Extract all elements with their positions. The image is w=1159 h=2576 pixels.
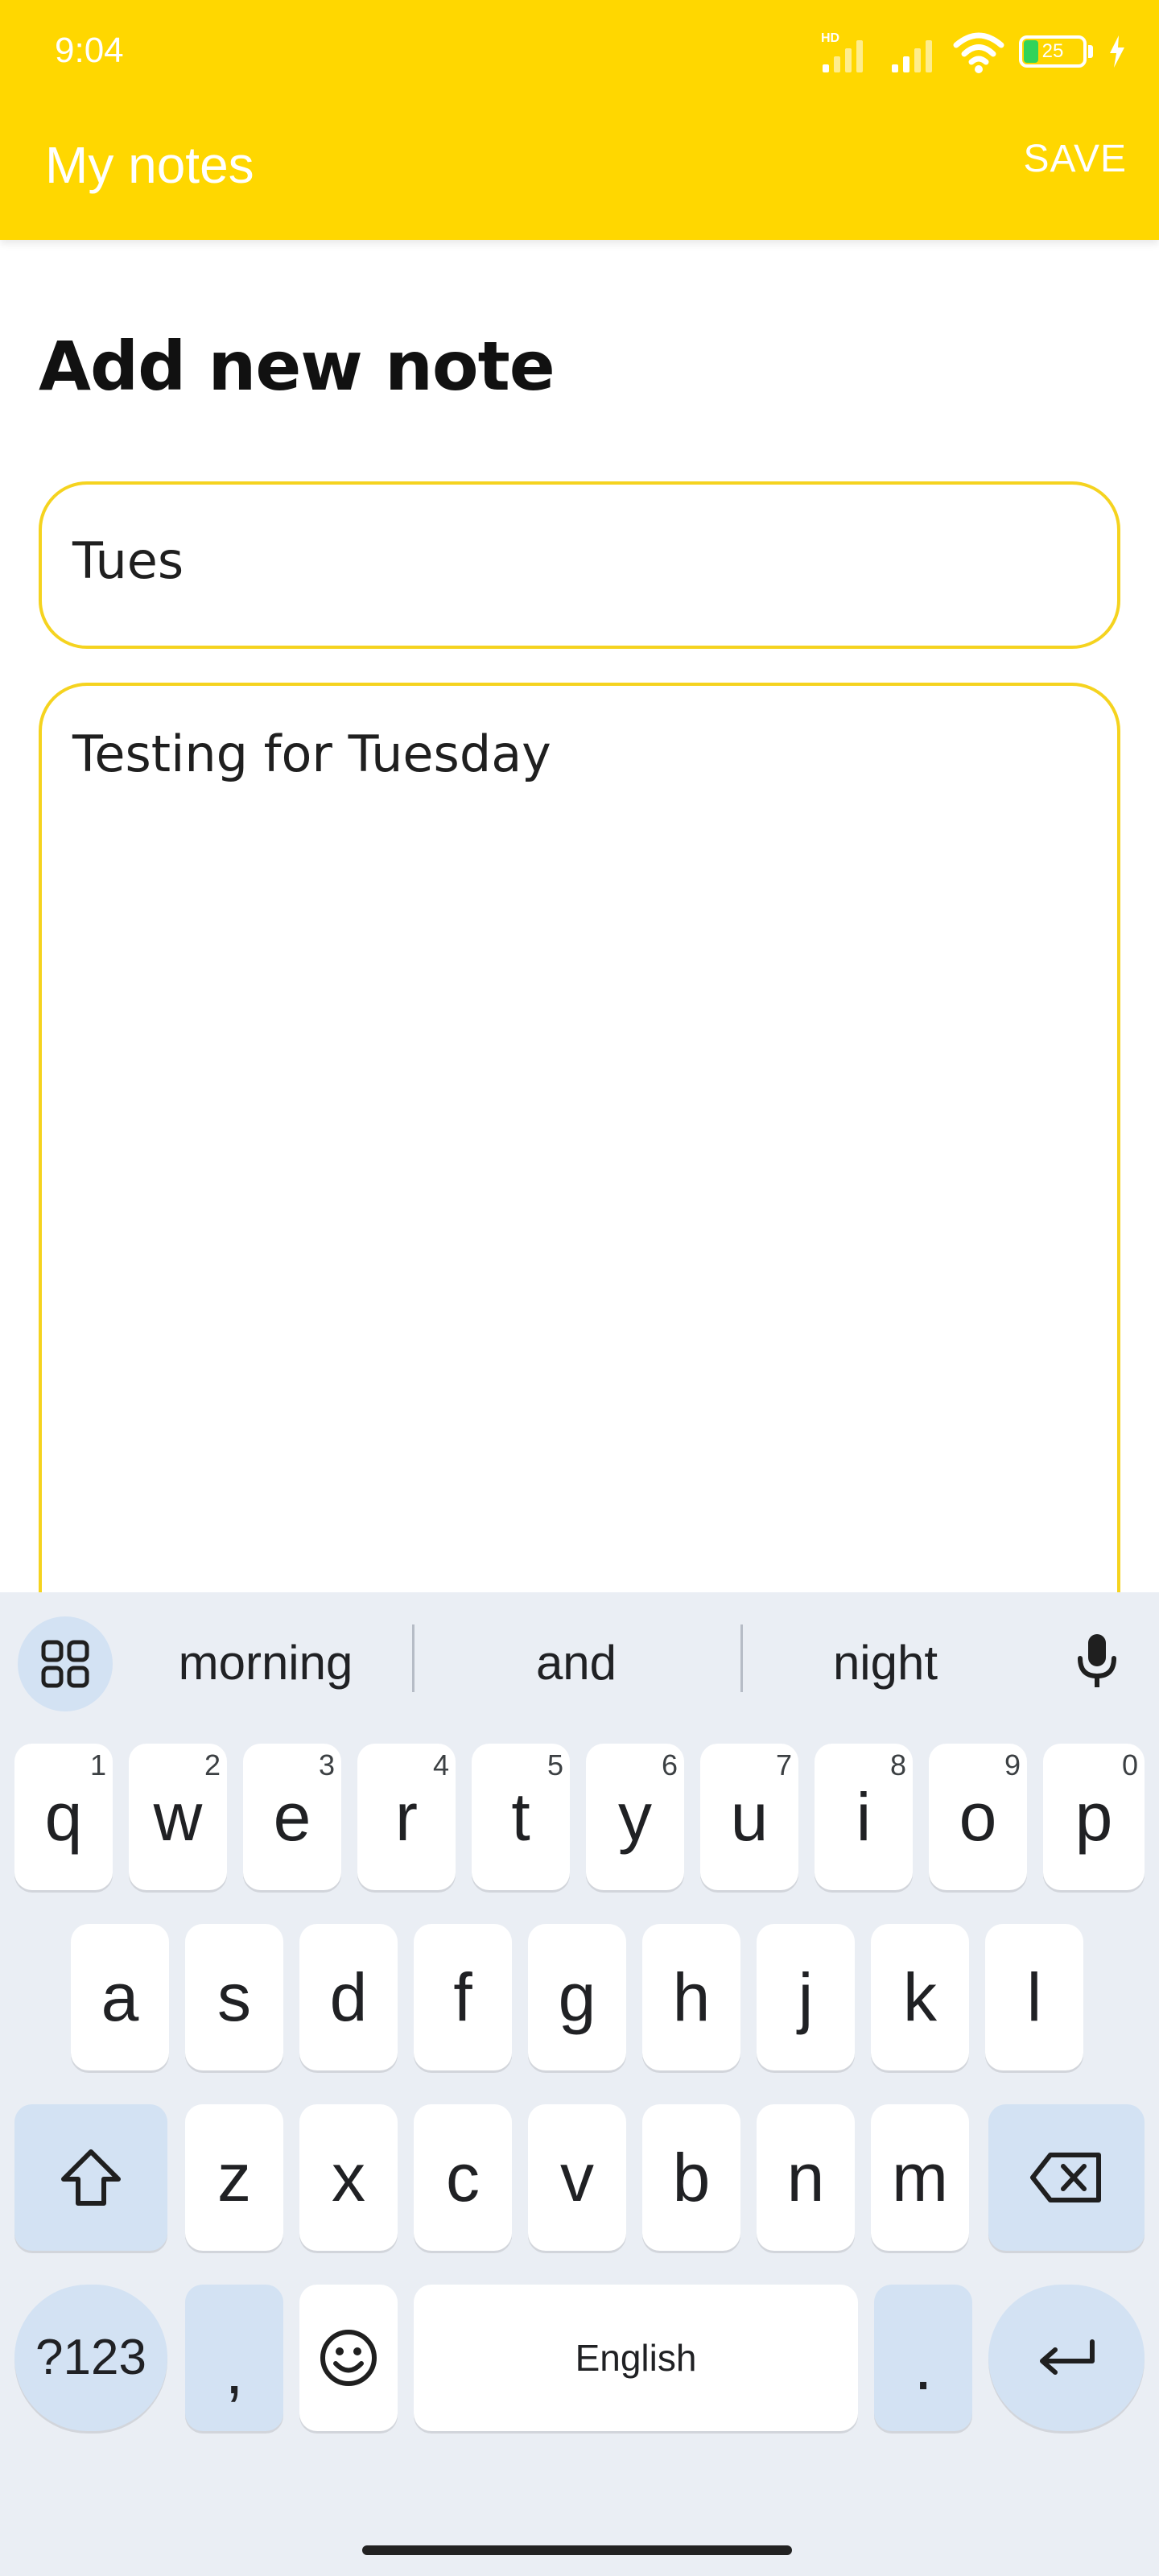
- emoji-icon: [320, 2330, 377, 2386]
- hd-signal-icon: HD: [821, 31, 863, 72]
- key[interactable]: y6: [586, 1744, 684, 1890]
- key[interactable]: s: [185, 1924, 283, 2070]
- battery-icon: 25: [1019, 35, 1093, 68]
- microphone-icon: [1078, 1634, 1116, 1687]
- comma-key[interactable]: ,: [185, 2285, 283, 2431]
- key[interactable]: i8: [815, 1744, 913, 1890]
- key[interactable]: k: [871, 1924, 969, 2070]
- key[interactable]: n: [757, 2104, 855, 2251]
- key[interactable]: m: [871, 2104, 969, 2251]
- key[interactable]: v: [528, 2104, 626, 2251]
- key[interactable]: o9: [929, 1744, 1027, 1890]
- suggestion-1[interactable]: morning: [113, 1623, 419, 1703]
- note-body-input[interactable]: Testing for Tuesday: [39, 683, 1120, 1649]
- period-key[interactable]: .: [874, 2285, 972, 2431]
- note-title-value: Tues: [72, 531, 184, 590]
- key[interactable]: u7: [700, 1744, 798, 1890]
- key[interactable]: h: [642, 1924, 740, 2070]
- key[interactable]: t5: [472, 1744, 570, 1890]
- backspace-key[interactable]: [988, 2104, 1145, 2251]
- key[interactable]: c: [414, 2104, 512, 2251]
- key[interactable]: x: [299, 2104, 398, 2251]
- suggestion-3[interactable]: night: [732, 1623, 1038, 1703]
- key[interactable]: p0: [1043, 1744, 1145, 1890]
- enter-key[interactable]: [988, 2285, 1145, 2431]
- note-title-input[interactable]: Tues: [39, 481, 1120, 649]
- apps-grid-icon: [41, 1640, 89, 1688]
- soft-keyboard: morning and night q1 w2 e3 r4 t5 y6 u7 i…: [0, 1592, 1159, 2576]
- symbols-key[interactable]: ?123: [14, 2285, 167, 2431]
- note-body-value: Testing for Tuesday: [72, 724, 551, 783]
- key[interactable]: r4: [357, 1744, 456, 1890]
- key[interactable]: f: [414, 1924, 512, 2070]
- shift-icon: [61, 2149, 121, 2206]
- shift-key[interactable]: [14, 2104, 167, 2251]
- page-heading: Add new note: [39, 327, 555, 406]
- voice-input-button[interactable]: [1061, 1621, 1133, 1702]
- save-button[interactable]: SAVE: [1024, 137, 1128, 181]
- space-key[interactable]: English: [414, 2285, 858, 2431]
- emoji-key[interactable]: [299, 2285, 398, 2431]
- hd-label: HD: [821, 31, 839, 45]
- key[interactable]: g: [528, 1924, 626, 2070]
- app-title: My notes: [45, 136, 254, 194]
- suggestion-strip: morning and night: [0, 1592, 1159, 1721]
- key[interactable]: e3: [243, 1744, 341, 1890]
- key[interactable]: j: [757, 1924, 855, 2070]
- key[interactable]: b: [642, 2104, 740, 2251]
- key[interactable]: q1: [14, 1744, 113, 1890]
- key[interactable]: l: [985, 1924, 1083, 2070]
- app-bar: 9:04 HD 25 My notes SAVE: [0, 0, 1159, 240]
- status-time: 9:04: [55, 31, 124, 70]
- status-icons: HD 25: [819, 27, 1127, 76]
- backspace-icon: [1030, 2153, 1101, 2202]
- charging-bolt-icon: [1110, 35, 1124, 68]
- suggestion-2[interactable]: and: [423, 1623, 729, 1703]
- key[interactable]: w2: [129, 1744, 227, 1890]
- key[interactable]: z: [185, 2104, 283, 2251]
- enter-icon: [1040, 2339, 1095, 2375]
- key[interactable]: d: [299, 1924, 398, 2070]
- battery-percent: 25: [1041, 40, 1064, 62]
- signal-icon: [892, 40, 932, 72]
- keyboard-menu-button[interactable]: [18, 1616, 113, 1711]
- suggestion-divider: [412, 1624, 415, 1692]
- home-indicator[interactable]: [362, 2545, 792, 2555]
- wifi-icon: [953, 32, 1004, 73]
- key[interactable]: a: [71, 1924, 169, 2070]
